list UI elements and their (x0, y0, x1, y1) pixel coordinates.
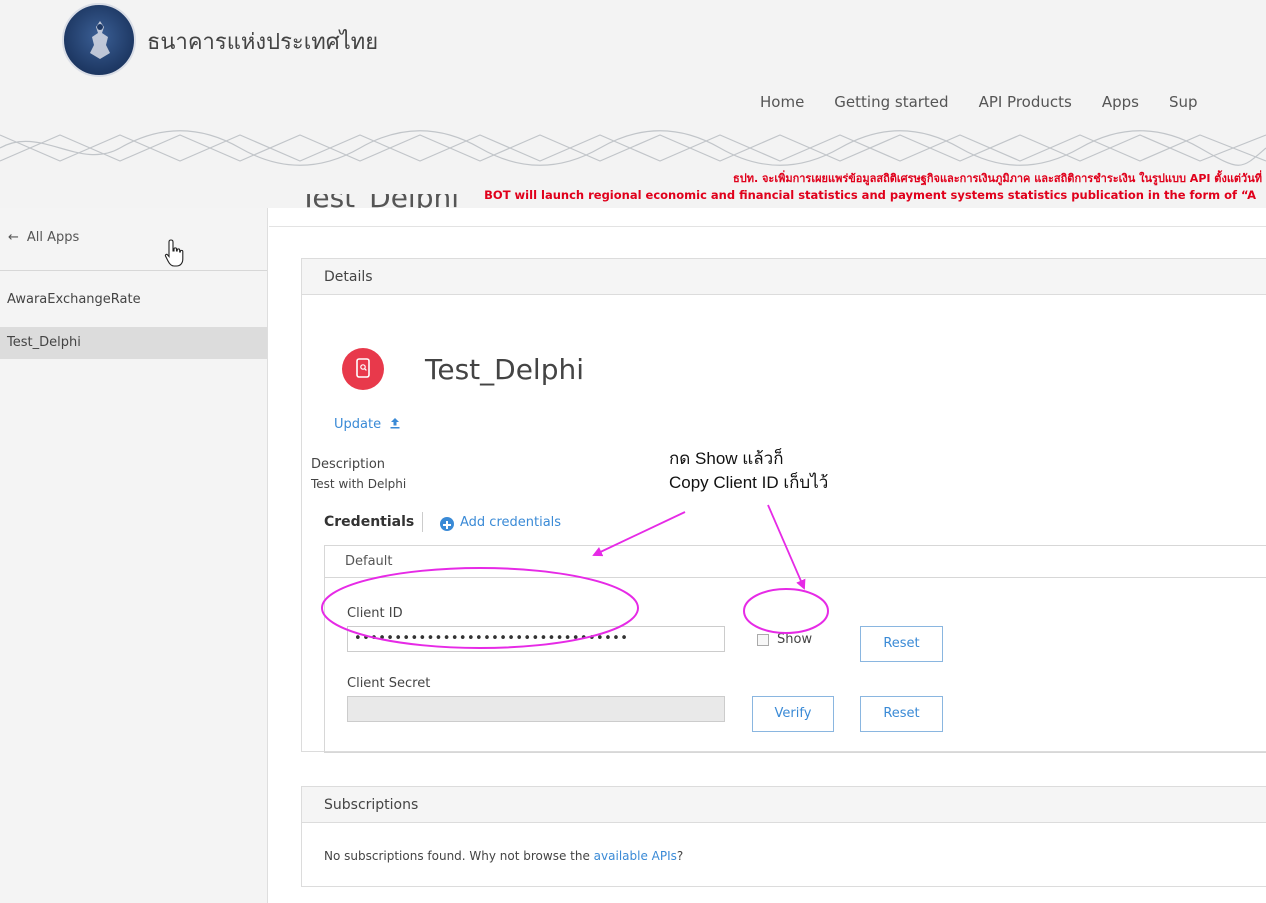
nav-support[interactable]: Sup (1169, 93, 1198, 111)
all-apps-label: All Apps (26, 230, 80, 245)
client-secret-label: Client Secret (347, 676, 431, 691)
credential-set-heading: Default (325, 546, 1266, 578)
bank-logo[interactable] (62, 3, 136, 77)
announcement-thai: ธปท. จะเพิ่มการเผยแพร่ข้อมูลสถิติเศรษฐกิ… (733, 172, 1262, 185)
title-divider (269, 226, 1266, 227)
annotation-line-2: Copy Client ID เก็บไว้ (669, 473, 829, 492)
plus-circle-icon[interactable] (440, 517, 454, 531)
decorative-pattern (0, 130, 1266, 166)
page: ธนาคารแห่งประเทศไทย Home Getting started… (0, 0, 1266, 903)
hand-pointer-cursor-icon (164, 239, 184, 267)
credentials-label: Credentials (324, 514, 415, 530)
update-link[interactable]: Update (334, 417, 401, 432)
arrow-left-icon: ← (8, 230, 19, 245)
app-icon (342, 348, 384, 390)
garuda-emblem-icon (90, 21, 110, 59)
client-secret-reset-button[interactable]: Reset (860, 696, 943, 732)
page-title: Test_Delphi (300, 194, 459, 208)
sidebar-item-awaraexchangerate[interactable]: AwaraExchangeRate (0, 284, 267, 316)
sidebar-item-test-delphi[interactable]: Test_Delphi (0, 327, 267, 359)
show-checkbox[interactable] (757, 633, 769, 646)
show-label: Show (777, 632, 813, 647)
client-id-field[interactable]: •••••••••••••••••••••••••••••••••• (347, 626, 725, 652)
client-secret-field[interactable] (347, 696, 725, 722)
subscriptions-text-before: No subscriptions found. Why not browse t… (324, 849, 594, 863)
description-label: Description (311, 457, 386, 472)
mobile-phone-icon (356, 358, 370, 378)
client-id-reset-button[interactable]: Reset (860, 626, 943, 662)
nav-apps[interactable]: Apps (1102, 93, 1139, 111)
sidebar-divider (0, 270, 267, 271)
app-name: Test_Delphi (425, 353, 585, 386)
apps-sidebar: ← All Apps AwaraExchangeRate Test_Delphi (0, 208, 268, 903)
announcement-english: BOT will launch regional economic and fi… (484, 188, 1256, 202)
annotation-line-1: กด Show แล้วก็ (669, 449, 784, 468)
details-heading: Details (302, 259, 1266, 295)
nav-home[interactable]: Home (760, 93, 804, 111)
announcement-banner: ธปท. จะเพิ่มการเผยแพร่ข้อมูลสถิติเศรษฐกิ… (484, 170, 1262, 204)
subscriptions-panel: Subscriptions No subscriptions found. Wh… (301, 786, 1266, 887)
annotation-text: กด Show แล้วก็ Copy Client ID เก็บไว้ (669, 447, 828, 495)
site-header: ธนาคารแห่งประเทศไทย Home Getting started… (0, 0, 1266, 208)
subscriptions-text-after: ? (676, 849, 684, 863)
nav-getting-started[interactable]: Getting started (834, 93, 948, 111)
credentials-separator (422, 512, 423, 532)
client-id-label: Client ID (347, 606, 403, 621)
subscriptions-heading: Subscriptions (302, 787, 1266, 823)
top-nav: Home Getting started API Products Apps S… (760, 93, 1228, 111)
verify-button[interactable]: Verify (752, 696, 834, 732)
show-toggle[interactable]: Show (757, 632, 812, 647)
subscriptions-empty-message: No subscriptions found. Why not browse t… (324, 849, 683, 863)
available-apis-link[interactable]: available APIs (594, 849, 677, 863)
update-label: Update (334, 417, 382, 432)
description-value: Test with Delphi (311, 477, 407, 491)
nav-api-products[interactable]: API Products (979, 93, 1072, 111)
all-apps-link[interactable]: ← All Apps (8, 230, 79, 245)
add-credentials-link[interactable]: Add credentials (460, 515, 561, 530)
credential-set-default: Default Client ID ••••••••••••••••••••••… (324, 545, 1266, 753)
plus-glyph (443, 521, 451, 529)
brand-name[interactable]: ธนาคารแห่งประเทศไทย (147, 24, 378, 59)
details-panel: Details Test_Delphi Update Description T… (301, 258, 1266, 753)
upload-arrow-icon (390, 418, 400, 429)
